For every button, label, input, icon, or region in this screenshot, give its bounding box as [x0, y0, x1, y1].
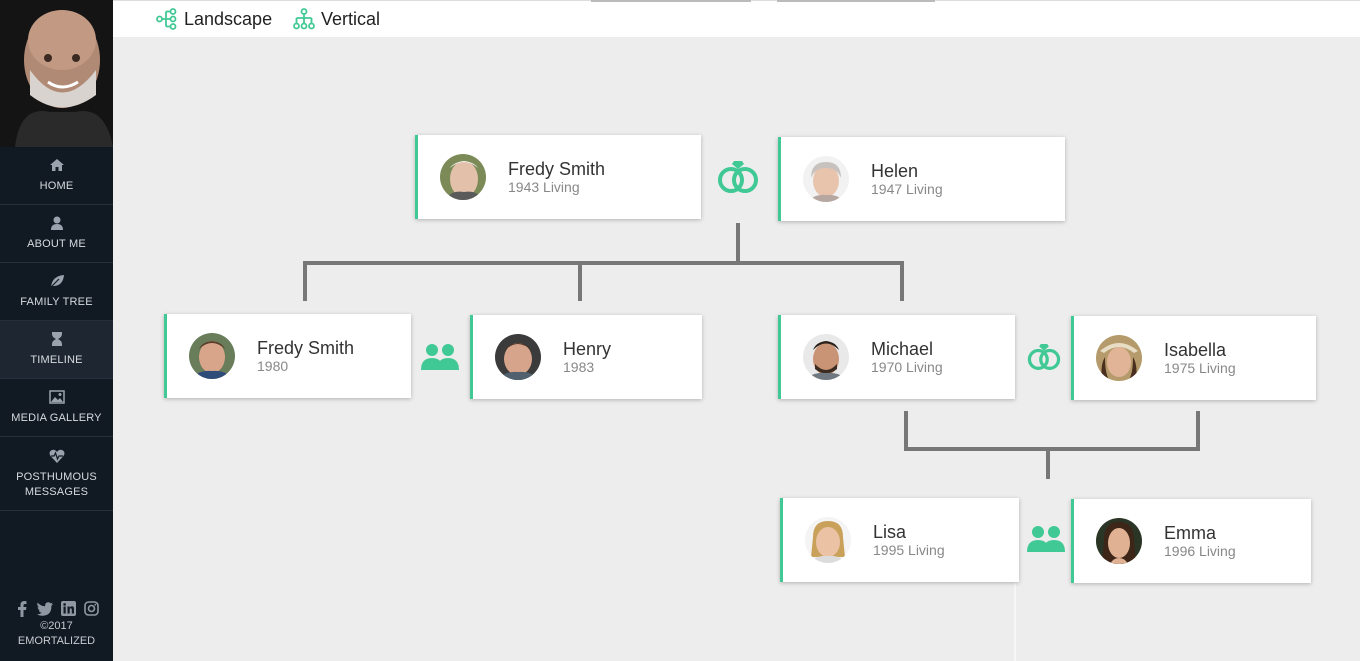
person-card-lisa[interactable]: Lisa 1995 Living [780, 498, 1019, 582]
person-date: 1975 Living [1164, 359, 1236, 376]
leaf-icon [50, 275, 64, 288]
user-icon [50, 216, 63, 230]
person-card-helen[interactable]: Helen 1947 Living [778, 137, 1065, 221]
person-card-fredy-smith-1943[interactable]: Fredy Smith 1943 Living [415, 135, 701, 219]
connector-parents-down [736, 223, 740, 263]
siblings-icon [420, 341, 460, 373]
person-card-emma[interactable]: Emma 1996 Living [1071, 499, 1311, 583]
connector-couple-left [904, 411, 908, 449]
person-name: Fredy Smith [508, 158, 606, 179]
landscape-tree-icon [156, 8, 177, 30]
person-name: Helen [871, 160, 919, 181]
nav-timeline[interactable]: TIMELINE [0, 321, 113, 379]
person-photo [803, 156, 849, 202]
nav-about-me[interactable]: ABOUT ME [0, 205, 113, 263]
person-date: 1980 [257, 357, 289, 374]
person-photo [495, 334, 541, 380]
person-name: Henry [563, 338, 612, 359]
person-date: 1943 Living [508, 178, 580, 195]
nav-timeline-label: TIMELINE [30, 354, 83, 366]
person-photo [1096, 335, 1142, 381]
person-name: Michael [871, 338, 934, 359]
person-name: Emma [1164, 522, 1217, 543]
person-name: Fredy Smith [257, 337, 355, 358]
home-icon [49, 159, 64, 171]
person-photo [805, 517, 851, 563]
marriage-rings-icon [716, 157, 760, 197]
heartbeat-icon [49, 449, 64, 463]
person-date: 1995 Living [873, 541, 945, 558]
connector-grandchildren-down [1046, 447, 1050, 479]
facebook-icon[interactable] [14, 600, 31, 617]
person-date: 1983 [563, 358, 595, 375]
siblings-icon [1026, 523, 1066, 555]
connector-child-3 [900, 261, 904, 301]
social-links [0, 600, 113, 617]
connector-couple-bar [904, 447, 1200, 451]
nav-media-gallery[interactable]: MEDIA GALLERY [0, 379, 113, 437]
nav-home-label: HOME [39, 180, 74, 192]
person-name: Lisa [873, 521, 907, 542]
copyright-brand: EMORTALIZED [17, 635, 96, 647]
faint-line [1014, 583, 1016, 661]
connector-child-1 [303, 261, 307, 301]
marriage-rings-icon [1025, 340, 1063, 374]
person-photo [1096, 518, 1142, 564]
person-card-henry[interactable]: Henry 1983 [470, 315, 702, 399]
linkedin-icon[interactable] [60, 600, 77, 617]
instagram-icon[interactable] [83, 600, 100, 617]
person-date: 1970 Living [871, 358, 943, 375]
person-photo [189, 333, 235, 379]
image-icon [48, 390, 65, 404]
twitter-icon[interactable] [37, 600, 54, 617]
connector-child-2 [578, 261, 582, 301]
vertical-view-option[interactable]: Vertical [293, 8, 380, 30]
connector-couple-right [1196, 411, 1200, 449]
person-name: Isabella [1164, 339, 1227, 360]
nav-about-me-label: ABOUT ME [27, 238, 86, 250]
copyright: ©2017 EMORTALIZED [0, 619, 113, 649]
hourglass-icon [51, 332, 62, 346]
nav-home[interactable]: HOME [0, 147, 113, 205]
nav-posthumous-messages-label: POSTHUMOUS MESSAGES [16, 470, 97, 498]
nav-media-gallery-label: MEDIA GALLERY [11, 412, 102, 424]
person-date: 1947 Living [871, 180, 943, 197]
nav-family-tree[interactable]: FAMILY TREE [0, 263, 113, 321]
landscape-view-option[interactable]: Landscape [156, 8, 272, 30]
landscape-label: Landscape [184, 8, 273, 29]
nav-family-tree-label: FAMILY TREE [20, 296, 93, 308]
person-photo [440, 154, 486, 200]
copyright-year: ©2017 [40, 620, 73, 632]
person-card-isabella[interactable]: Isabella 1975 Living [1071, 316, 1316, 400]
connector-children-bar [303, 261, 904, 265]
person-card-fredy-smith-1980[interactable]: Fredy Smith 1980 [164, 314, 411, 398]
nav-posthumous-messages[interactable]: POSTHUMOUS MESSAGES [0, 437, 113, 511]
vertical-tree-icon [293, 8, 315, 30]
view-toggle-bar: Landscape Vertical [113, 0, 1360, 37]
sidebar: HOME ABOUT ME FAMILY TREE TIMELINE MEDIA… [0, 0, 113, 661]
person-date: 1996 Living [1164, 542, 1236, 559]
person-photo [803, 334, 849, 380]
person-card-michael[interactable]: Michael 1970 Living [778, 315, 1015, 399]
vertical-label: Vertical [321, 8, 381, 29]
family-tree-canvas: Fredy Smith 1943 Living Helen 1947 Livin… [113, 37, 1360, 661]
profile-photo[interactable] [0, 0, 113, 147]
